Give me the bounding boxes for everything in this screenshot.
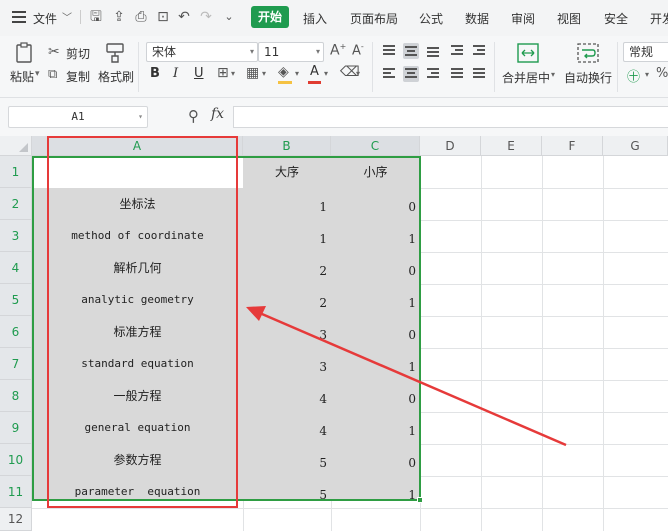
fill-color-swatch <box>278 81 292 84</box>
divider <box>80 10 81 24</box>
paste-button[interactable]: 粘贴 <box>10 68 34 85</box>
redo-icon[interactable]: ↷ <box>198 9 214 25</box>
chevron-down-icon[interactable]: ▾ <box>35 69 40 79</box>
currency-icon[interactable]: ㊉ <box>627 66 640 85</box>
font-color-swatch <box>308 81 321 84</box>
zoom-search-icon[interactable]: ⚲ <box>188 107 199 125</box>
align-middle-icon[interactable] <box>403 43 419 59</box>
tab-developer[interactable]: 开发 <box>650 10 668 27</box>
file-menu[interactable]: 文件 <box>33 10 57 27</box>
fill-color-icon[interactable]: ◈ <box>278 64 289 80</box>
quick-access-dropdown-icon[interactable]: ⌄ <box>221 9 237 25</box>
align-left-icon[interactable] <box>381 66 397 82</box>
bold-button[interactable]: B <box>150 66 160 81</box>
formula-bar: A1 ▾ ⚲ fx <box>0 98 668 136</box>
chevron-down-icon[interactable]: ▾ <box>324 69 328 78</box>
copy-icon[interactable]: ⧉ <box>48 67 57 82</box>
merge-center-button[interactable]: 合并居中 <box>502 69 550 86</box>
insert-function-button[interactable]: fx <box>211 106 224 122</box>
tab-page-layout[interactable]: 页面布局 <box>350 10 398 27</box>
font-color-icon[interactable]: A <box>310 64 319 79</box>
tab-review[interactable]: 审阅 <box>511 10 535 27</box>
wrap-text-icon[interactable] <box>576 42 600 64</box>
spreadsheet-grid[interactable]: ABCDEFG 1 2 3 4 5 6 7 8 9 10 11 12 大序 小序 坐标法 1 0 method … <box>0 136 668 531</box>
formula-input[interactable] <box>233 106 668 128</box>
tab-view[interactable]: 视图 <box>557 10 581 27</box>
align-bottom-icon[interactable] <box>425 43 441 59</box>
increase-font-icon[interactable]: A+ <box>330 42 346 59</box>
justify-icon[interactable] <box>449 66 465 82</box>
cut-button[interactable]: 剪切 <box>66 45 90 62</box>
format-painter-button[interactable]: 格式刷 <box>98 68 134 85</box>
chevron-down-icon[interactable]: ▾ <box>551 70 555 79</box>
chevron-down-icon: ▾ <box>249 47 254 56</box>
tab-data[interactable]: 数据 <box>465 10 489 27</box>
decrease-font-icon[interactable]: A- <box>352 42 364 58</box>
chevron-down-icon[interactable]: ▾ <box>356 69 360 78</box>
format-painter-icon[interactable] <box>104 42 126 64</box>
menu-icon[interactable] <box>12 11 26 23</box>
export-icon[interactable]: ⇪ <box>111 9 127 25</box>
chevron-down-icon[interactable]: ▾ <box>262 69 266 78</box>
chevron-down-icon[interactable]: ▾ <box>231 69 235 78</box>
tab-home[interactable]: 开始 <box>251 6 289 28</box>
chevron-down-icon[interactable]: ▾ <box>138 107 143 127</box>
border-icon[interactable]: ⊞ <box>217 65 229 81</box>
chevron-down-icon[interactable]: ▾ <box>645 70 649 79</box>
name-box[interactable]: A1 ▾ <box>8 106 148 128</box>
percent-icon[interactable]: % <box>656 66 668 81</box>
chevron-down-icon[interactable]: ▾ <box>295 69 299 78</box>
chevron-down-icon: ▾ <box>315 47 320 56</box>
menu-bar: 文件 ﹀ 🖫 ⇪ ⎙ ⊡ ↶ ↷ ⌄ 开始 插入 页面布局 公式 数据 审阅 视… <box>0 0 668 36</box>
align-right-icon[interactable] <box>425 66 441 82</box>
scissors-icon[interactable]: ✂ <box>48 44 60 60</box>
align-center-icon[interactable] <box>403 66 419 82</box>
distributed-align-icon[interactable] <box>471 66 487 82</box>
cell-style-icon[interactable]: ▦ <box>246 65 259 81</box>
underline-button[interactable]: U <box>194 66 204 81</box>
tab-insert[interactable]: 插入 <box>303 10 327 27</box>
tab-security[interactable]: 安全 <box>604 10 628 27</box>
increase-indent-icon[interactable] <box>471 43 487 59</box>
paste-icon[interactable] <box>15 42 35 64</box>
font-name-select[interactable]: 宋体 ▾ <box>146 42 258 62</box>
copy-button[interactable]: 复制 <box>66 68 90 85</box>
number-format-select[interactable]: 常规 <box>623 42 668 62</box>
save-icon[interactable]: 🖫 <box>88 9 104 25</box>
decrease-indent-icon[interactable] <box>449 43 465 59</box>
italic-button[interactable]: I <box>173 66 178 81</box>
chevron-down-icon[interactable]: ﹀ <box>62 9 72 24</box>
ribbon-toolbar: 粘贴 ▾ ✂ 剪切 ⧉ 复制 格式刷 宋体 ▾ 11 ▾ A+ A- B I U ⊞… <box>0 36 668 98</box>
wrap-text-button[interactable]: 自动换行 <box>564 69 612 86</box>
undo-icon[interactable]: ↶ <box>176 9 192 25</box>
print-preview-icon[interactable]: ⊡ <box>155 9 171 25</box>
align-top-icon[interactable] <box>381 43 397 59</box>
annotation-arrow <box>246 306 567 447</box>
print-icon[interactable]: ⎙ <box>133 9 149 25</box>
merge-center-icon[interactable] <box>516 42 540 64</box>
tab-formulas[interactable]: 公式 <box>419 10 443 27</box>
font-size-select[interactable]: 11 ▾ <box>258 42 324 62</box>
